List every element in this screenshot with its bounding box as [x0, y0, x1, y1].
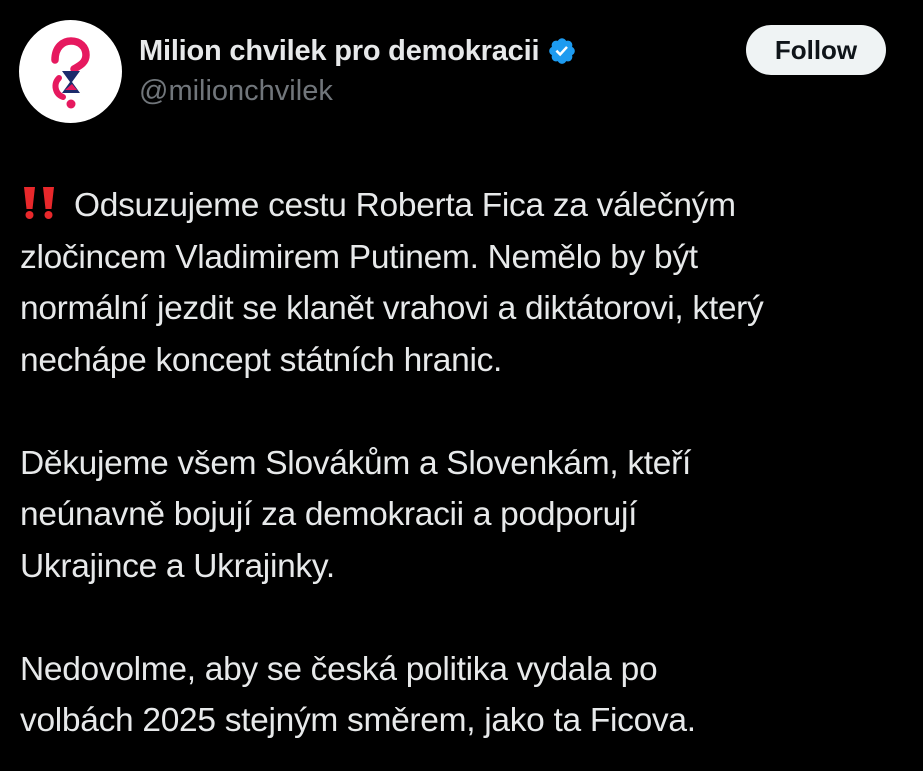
tweet-line-text: Odsuzujeme cestu Roberta Fica za válečný… — [74, 187, 736, 224]
tweet-line: Nedovolme, aby se česká politika vydala … — [20, 650, 658, 688]
tweet-line: volbách 2025 stejným směrem, jako ta Fic… — [20, 702, 696, 739]
tweet-line: Děkujeme všem Slovákům a Slovenkám, kteř… — [20, 444, 691, 482]
tweet-line: nechápe koncept státních hranic. — [20, 341, 503, 379]
tweet-line: zločincem Vladimirem Putinem. Nemělo by … — [20, 238, 698, 276]
tweet-line: normální jezdit se klanět vrahovi a dikt… — [20, 290, 764, 327]
tweet-line: Odsuzujeme cestu Roberta Fica za válečný… — [20, 180, 915, 232]
author-name-row: Milion chvilek pro demokracii — [139, 30, 577, 72]
verified-badge-icon[interactable] — [547, 36, 577, 66]
tweet-card: Milion chvilek pro demokracii @milionchv… — [0, 0, 923, 771]
tweet-line: neúnavně bojují za demokracii a podporuj… — [20, 496, 638, 533]
milion-chvilek-logo-icon — [51, 37, 90, 109]
tweet-paragraph: Děkujeme všem Slovákům a Slovenkám, kteř… — [20, 438, 915, 593]
author-display-name[interactable]: Milion chvilek pro demokracii — [139, 35, 540, 68]
follow-button[interactable]: Follow — [746, 25, 886, 75]
tweet-paragraph: Nedovolme, aby se česká politika vydala … — [20, 644, 915, 747]
double-exclamation-icon — [20, 184, 60, 219]
tweet-paragraph: Odsuzujeme cestu Roberta Fica za válečný… — [20, 180, 915, 386]
avatar[interactable] — [19, 20, 122, 123]
tweet-text: Odsuzujeme cestu Roberta Fica za válečný… — [20, 180, 915, 747]
author-handle[interactable]: @milionchvilek — [139, 75, 333, 108]
tweet-line: Ukrajince a Ukrajinky. — [20, 547, 335, 585]
